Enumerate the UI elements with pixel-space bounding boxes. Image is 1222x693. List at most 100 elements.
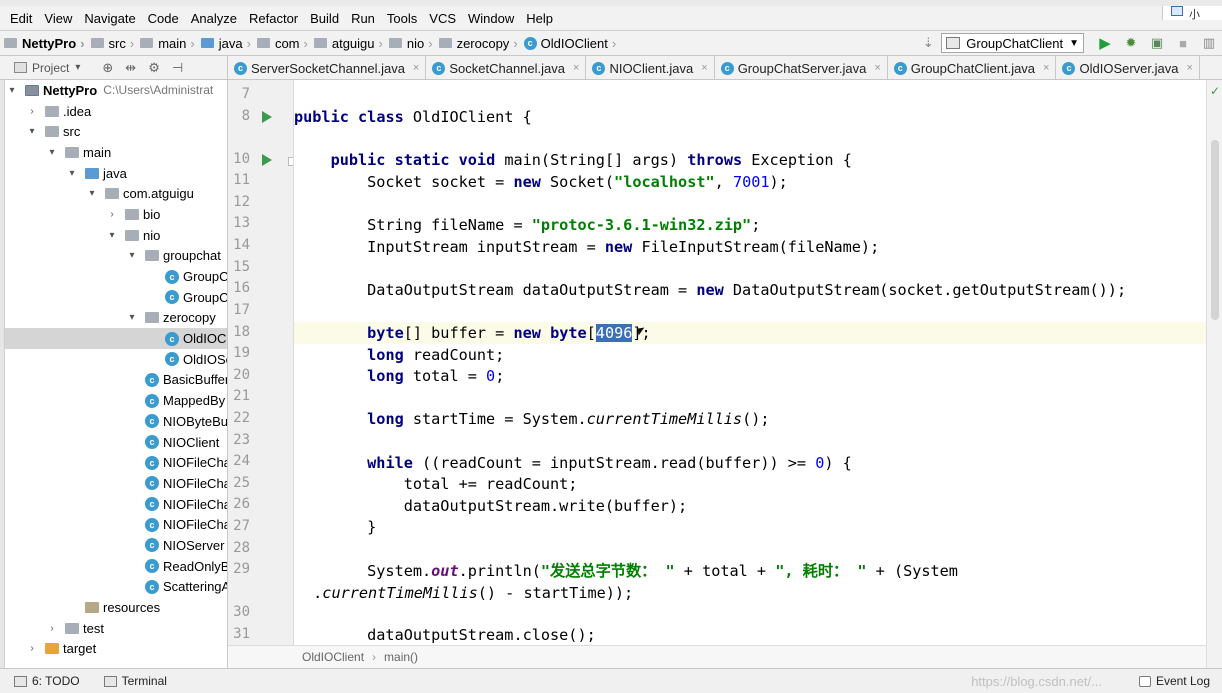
tree-node-resources[interactable]: resources — [5, 597, 227, 618]
tab-socketchannel[interactable]: c SocketChannel.java × — [426, 56, 587, 79]
tree-node-root[interactable]: ▾ NettyPro C:\Users\Administrat — [5, 80, 227, 101]
chevron-right-icon[interactable]: › — [47, 623, 57, 634]
menu-vcs[interactable]: VCS — [423, 11, 462, 26]
tree-node-class[interactable]: c MappedBy — [5, 390, 227, 411]
tree-node-class[interactable]: c ScatteringA — [5, 577, 227, 598]
close-icon[interactable]: × — [573, 62, 579, 74]
chevron-down-icon[interactable]: ▾ — [67, 168, 77, 179]
menu-help[interactable]: Help — [520, 11, 559, 26]
tree-node-idea[interactable]: › .idea — [5, 101, 227, 122]
todo-tool-button[interactable]: 6: TODO — [14, 674, 80, 688]
run-icon[interactable]: ▶ — [1097, 35, 1113, 52]
tree-node-class[interactable]: c NIOFileCha — [5, 514, 227, 535]
chevron-down-icon[interactable]: ▾ — [87, 188, 97, 199]
close-icon[interactable]: × — [874, 62, 880, 74]
tree-node-test[interactable]: › test — [5, 618, 227, 639]
breadcrumb-method[interactable]: main() — [384, 650, 418, 664]
run-toolbar: ⇣ GroupChatClient ▼ ▶ ✹ ▣ ■ ▥ — [915, 31, 1222, 55]
menu-navigate[interactable]: Navigate — [78, 11, 141, 26]
close-icon[interactable]: × — [701, 62, 707, 74]
event-log-button[interactable]: Event Log — [1138, 674, 1210, 688]
nav-crumb-java[interactable]: java › — [197, 36, 253, 51]
tree-node-label: target — [63, 641, 97, 657]
tree-node-class[interactable]: c NIOServer — [5, 535, 227, 556]
hide-icon[interactable]: ⊣ — [172, 60, 183, 76]
chevron-right-icon[interactable]: › — [27, 106, 37, 117]
nav-crumb-com[interactable]: com › — [253, 36, 310, 51]
project-panel-title[interactable]: Project — [32, 61, 69, 75]
menu-window[interactable]: Window — [462, 11, 520, 26]
menu-edit[interactable]: Edit — [4, 11, 38, 26]
chevron-down-icon[interactable]: ▾ — [127, 250, 137, 261]
menu-build[interactable]: Build — [304, 11, 345, 26]
chevron-right-icon[interactable]: › — [27, 643, 37, 654]
nav-crumb-nio[interactable]: nio › — [385, 36, 435, 51]
tree-node-zerocopy[interactable]: ▾ zerocopy — [5, 308, 227, 329]
editor-scrollbar[interactable]: ✓ — [1206, 80, 1222, 668]
tab-oldioserver[interactable]: c OldIOServer.java × — [1056, 56, 1200, 79]
chevron-right-icon[interactable]: › — [107, 209, 117, 220]
tree-node-class[interactable]: c BasicBuffer — [5, 370, 227, 391]
chevron-down-icon[interactable]: ▾ — [7, 85, 17, 96]
tab-nioclient[interactable]: c NIOClient.java × — [586, 56, 715, 79]
coverage-icon[interactable]: ▣ — [1149, 35, 1165, 51]
project-structure-icon[interactable]: ▥ — [1201, 35, 1217, 51]
tree-node-label: NIOFileCha — [163, 475, 228, 491]
close-icon[interactable]: × — [1043, 62, 1049, 74]
menu-refactor[interactable]: Refactor — [243, 11, 304, 26]
nav-crumb-src[interactable]: src › — [87, 36, 137, 51]
collapse-icon[interactable]: ⇹ — [125, 60, 136, 76]
build-arrow-icon[interactable]: ⇣ — [920, 35, 936, 51]
close-icon[interactable]: × — [1186, 62, 1192, 74]
stop-icon[interactable]: ■ — [1175, 35, 1191, 51]
tree-node-class[interactable]: c NIOFileCha — [5, 494, 227, 515]
code-editor[interactable]: public class OldIOClient { public static… — [294, 80, 1206, 645]
tree-node-class[interactable]: c ReadOnlyB — [5, 556, 227, 577]
terminal-tool-button[interactable]: Terminal — [103, 674, 167, 688]
chevron-down-icon[interactable]: ▾ — [107, 230, 117, 241]
chevron-down-icon[interactable]: ▾ — [47, 147, 57, 158]
tree-node-bio[interactable]: › bio — [5, 204, 227, 225]
tree-node-com-atguigu[interactable]: ▾ com.atguigu — [5, 183, 227, 204]
tree-node-class[interactable]: c NIOFileCha — [5, 473, 227, 494]
run-class-icon[interactable] — [262, 111, 272, 123]
tree-node-class[interactable]: c GroupC — [5, 287, 227, 308]
tree-node-java[interactable]: ▾ java — [5, 163, 227, 184]
tree-node-target[interactable]: › target — [5, 639, 227, 660]
tree-node-class[interactable]: c NIOClient — [5, 432, 227, 453]
run-main-icon[interactable] — [262, 154, 272, 166]
menu-code[interactable]: Code — [142, 11, 185, 26]
tree-node-main[interactable]: ▾ main — [5, 142, 227, 163]
chevron-down-icon[interactable]: ▾ — [27, 126, 37, 137]
nav-crumb-main[interactable]: main › — [136, 36, 197, 51]
tree-node-groupchat[interactable]: ▾ groupchat — [5, 246, 227, 267]
menu-view[interactable]: View — [38, 11, 78, 26]
tree-node-class[interactable]: c GroupC — [5, 266, 227, 287]
breadcrumb-class[interactable]: OldIOClient — [302, 650, 364, 664]
tree-node-src[interactable]: ▾ src — [5, 121, 227, 142]
menu-run[interactable]: Run — [345, 11, 381, 26]
tab-groupchatserver[interactable]: c GroupChatServer.java × — [715, 56, 888, 79]
gear-icon[interactable]: ⚙ — [148, 60, 160, 76]
debug-icon[interactable]: ✹ — [1123, 35, 1139, 51]
close-icon[interactable]: × — [413, 62, 419, 74]
tree-node-nio[interactable]: ▾ nio — [5, 225, 227, 246]
scrollbar-thumb[interactable] — [1211, 140, 1219, 320]
nav-crumb-class[interactable]: c OldIOClient › — [520, 36, 619, 51]
chevron-down-icon[interactable]: ▾ — [127, 312, 137, 323]
notification-popup[interactable]: 小 — [1162, 6, 1222, 21]
nav-crumb-zerocopy[interactable]: zerocopy › — [435, 36, 520, 51]
target-icon[interactable]: ⊕ — [102, 60, 113, 76]
tree-node-class[interactable]: c OldIOSe — [5, 349, 227, 370]
menu-analyze[interactable]: Analyze — [185, 11, 243, 26]
nav-crumb-atguigu[interactable]: atguigu › — [310, 36, 385, 51]
menu-tools[interactable]: Tools — [381, 11, 423, 26]
tree-node-class[interactable]: c NIOFileCha — [5, 452, 227, 473]
tree-node-class-selected[interactable]: c OldIOCl — [5, 328, 227, 349]
chevron-down-icon[interactable]: ▾ — [75, 62, 80, 73]
run-config-dropdown[interactable]: GroupChatClient ▼ — [941, 33, 1084, 53]
tree-node-class[interactable]: c NIOByteBu — [5, 411, 227, 432]
tab-serversocketchannel[interactable]: c ServerSocketChannel.java × — [228, 56, 427, 79]
tab-groupchatclient[interactable]: c GroupChatClient.java × — [888, 56, 1057, 79]
nav-crumb-project[interactable]: NettyPro › — [0, 36, 87, 51]
